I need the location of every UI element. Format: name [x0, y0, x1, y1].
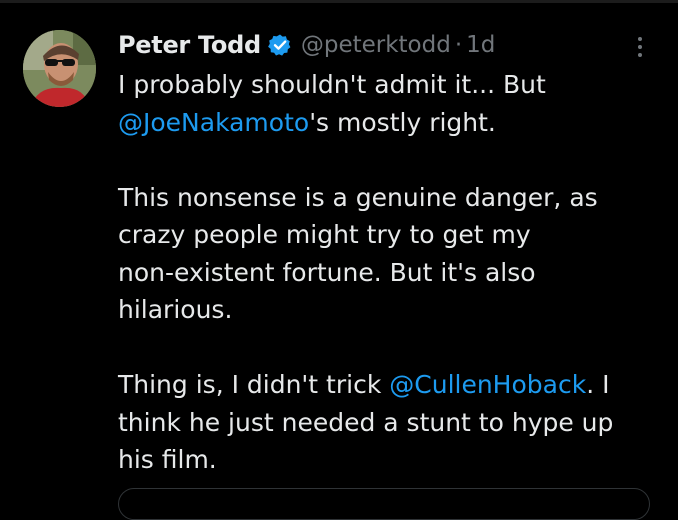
verified-badge-icon[interactable] — [267, 33, 292, 57]
author-handle[interactable]: @peterktodd — [301, 32, 451, 58]
tweet-text: I probably shouldn't admit it... But @Jo… — [118, 66, 658, 479]
tweet-paragraph: I probably shouldn't admit it... But @Jo… — [118, 66, 658, 141]
more-dot — [638, 37, 642, 41]
text-line: I probably shouldn't admit it... But — [118, 70, 546, 99]
text-fragment: . I — [586, 370, 610, 399]
more-vertical-icon[interactable] — [628, 32, 652, 62]
tweet-timestamp[interactable]: 1d — [466, 32, 495, 58]
mention-link[interactable]: @CullenHoback — [389, 370, 586, 399]
text-fragment: 's mostly right. — [309, 107, 496, 137]
text-line: hilarious. — [118, 295, 233, 324]
header-separator: · — [454, 32, 463, 58]
text-fragment: Thing is, I didn't trick — [118, 370, 390, 399]
embedded-card-edge[interactable] — [118, 488, 650, 520]
avatar[interactable] — [23, 30, 96, 107]
more-dot — [638, 45, 642, 49]
text-line: crazy people might try to get my — [118, 220, 531, 249]
mention-link[interactable]: @JoeNakamoto — [118, 108, 309, 137]
text-line: non-existent fortune. But it's also — [118, 257, 536, 287]
tweet-header: Peter Todd @peterktodd · 1d — [118, 28, 495, 62]
author-name[interactable]: Peter Todd — [118, 31, 261, 59]
text-line: This nonsense is a genuine danger, as — [118, 182, 598, 212]
tweet-paragraph: This nonsense is a genuine danger, as cr… — [118, 179, 658, 329]
text-line: his film. — [118, 445, 217, 474]
tweet[interactable]: Peter Todd @peterktodd · 1d I probably s… — [0, 0, 678, 520]
text-line: think he just needed a stunt to hype up — [118, 407, 614, 437]
tweet-paragraph: Thing is, I didn't trick @CullenHoback. … — [118, 366, 658, 479]
more-dot — [638, 53, 642, 57]
